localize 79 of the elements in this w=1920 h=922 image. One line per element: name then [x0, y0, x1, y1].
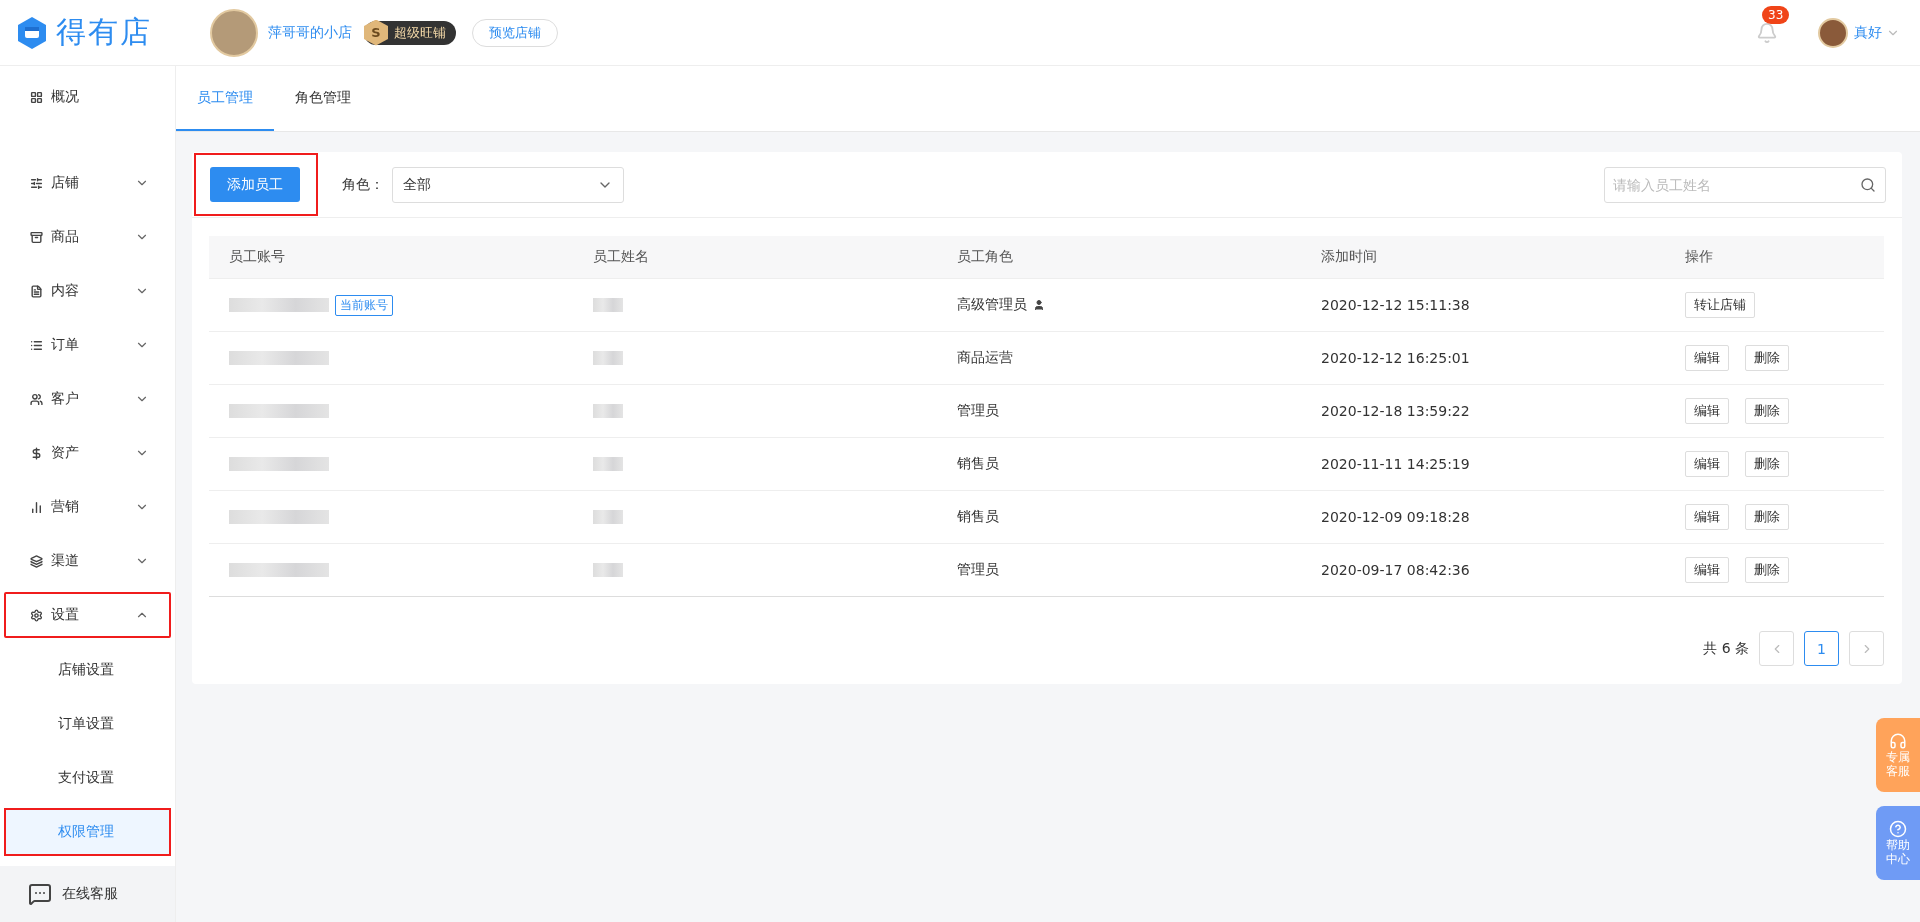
shop-avatar [210, 8, 258, 57]
row-action-button[interactable]: 删除 [1745, 557, 1789, 583]
table-cell: 销售员 [957, 508, 999, 526]
sidebar-item[interactable]: 概况 [4, 74, 171, 120]
table-cell: 商品运营 [957, 349, 1013, 367]
sidebar-item[interactable]: 内容 [4, 268, 171, 314]
list-icon [30, 338, 43, 352]
sidebar-item[interactable]: 营销 [4, 484, 171, 530]
shop-level-badge: S 超级旺铺 [364, 20, 456, 45]
table-cell-text: 2020-12-12 15:11:38 [1321, 297, 1471, 313]
row-action-button[interactable]: 删除 [1745, 345, 1789, 371]
table-cell-text: 2020-11-11 14:25:19 [1321, 456, 1471, 472]
storefront-logo-icon [18, 16, 46, 49]
logo-text: 得有店 [56, 13, 152, 51]
box-icon [30, 230, 43, 244]
search-field[interactable]: 请输入员工姓名 [1604, 166, 1886, 203]
role-select[interactable]: 全部 [392, 166, 624, 203]
row-action-button[interactable]: 编辑 [1685, 398, 1729, 424]
bell-icon[interactable] [1756, 21, 1778, 44]
tab[interactable]: 员工管理 [176, 66, 274, 131]
total-count: 共 6 条 [1703, 639, 1749, 658]
search-icon[interactable] [1860, 176, 1876, 193]
user-name[interactable]: 真好 [1854, 23, 1882, 42]
sidebar-item[interactable]: 渠道 [4, 538, 171, 584]
user-icon [1033, 299, 1045, 311]
row-action-button[interactable]: 编辑 [1685, 557, 1729, 583]
sidebar-item[interactable]: 订单 [4, 322, 171, 368]
redacted-block [593, 351, 623, 365]
row-action-button[interactable]: 编辑 [1685, 345, 1729, 371]
column-header: 员工账号 [229, 248, 286, 266]
column-header: 添加时间 [1321, 248, 1378, 266]
preview-shop-button[interactable]: 预览店铺 [472, 18, 558, 47]
sliders-icon [30, 176, 43, 190]
table-cell-text: 2020-12-12 16:25:01 [1321, 350, 1471, 366]
column-header: 员工姓名 [593, 248, 650, 266]
chat-icon [28, 882, 52, 906]
users-icon [30, 392, 43, 406]
row-action-button[interactable]: 删除 [1745, 504, 1789, 530]
row-action-button[interactable]: 删除 [1745, 451, 1789, 477]
table-cell-text: 2020-12-09 09:18:28 [1321, 509, 1471, 525]
row-action-button[interactable]: 删除 [1745, 398, 1789, 424]
table-cell: 管理员 [957, 402, 999, 420]
role-label: 角色： [342, 175, 384, 194]
document-icon [30, 284, 43, 298]
current-account-tag: 当前账号 [335, 294, 393, 316]
redacted-block [593, 510, 623, 524]
sidebar-item[interactable]: 设置 [4, 592, 171, 638]
table-cell-text: 2020-12-18 13:59:22 [1321, 403, 1471, 419]
column-header: 操作 [1685, 248, 1714, 266]
user-avatar [1818, 17, 1848, 48]
redacted-block [593, 404, 623, 418]
next-page-button[interactable] [1849, 631, 1884, 666]
grid-icon [30, 90, 43, 104]
tab[interactable]: 角色管理 [274, 66, 372, 131]
notification-count: 33 [1762, 5, 1790, 24]
redacted-block [593, 298, 623, 312]
online-service-link[interactable]: 在线客服 [0, 866, 175, 922]
sidebar-item[interactable]: 客户 [4, 376, 171, 422]
redacted-block [593, 457, 623, 471]
previous-page-button[interactable] [1759, 631, 1794, 666]
row-action-button[interactable]: 编辑 [1685, 504, 1729, 530]
table-cell: 高级管理员 [957, 296, 1027, 314]
headset-icon [1889, 731, 1907, 750]
shop-name[interactable]: 萍哥哥的小店 [268, 23, 352, 42]
row-action-button[interactable]: 编辑 [1685, 451, 1729, 477]
row-action-button[interactable]: 转让店铺 [1685, 292, 1755, 318]
table-cell: 销售员 [957, 455, 999, 473]
column-header: 员工角色 [957, 248, 1014, 266]
table-cell: 管理员 [957, 561, 999, 579]
sidebar-item[interactable]: 商品 [4, 214, 171, 260]
help-icon [1889, 819, 1907, 838]
sidebar-item[interactable]: 资产 [4, 430, 171, 476]
layers-icon [30, 554, 43, 568]
table-cell-text: 2020-09-17 08:42:36 [1321, 562, 1471, 578]
redacted-block [593, 563, 623, 577]
bar-chart-icon [30, 500, 43, 514]
settings-icon [30, 608, 43, 622]
dollar-icon [30, 446, 43, 460]
sidebar-item[interactable]: 店铺 [4, 160, 171, 206]
